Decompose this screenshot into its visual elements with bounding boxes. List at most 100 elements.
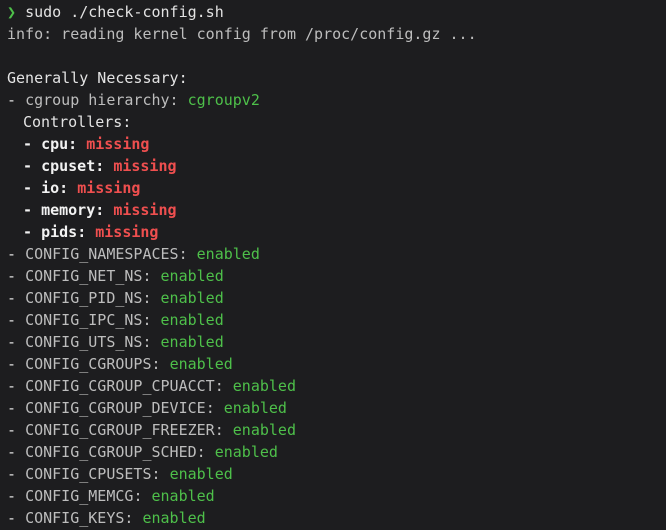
controller-item-pids: - pids: missing bbox=[7, 221, 666, 243]
config-name: CONFIG_PID_NS bbox=[25, 289, 143, 307]
list-dash: - bbox=[7, 377, 26, 395]
config-item: - CONFIG_PID_NS: enabled bbox=[7, 287, 666, 309]
config-status: enabled bbox=[160, 311, 224, 329]
config-status: enabled bbox=[214, 443, 278, 461]
config-item: - CONFIG_KEYS: enabled bbox=[7, 507, 666, 529]
controller-status: missing bbox=[113, 201, 177, 219]
terminal-output: ❯ sudo ./check-config.sh info: reading k… bbox=[0, 0, 666, 530]
command-line: ❯ sudo ./check-config.sh bbox=[7, 1, 666, 23]
config-colon: : bbox=[142, 289, 161, 307]
list-dash: - bbox=[23, 135, 42, 153]
list-dash: - bbox=[23, 179, 42, 197]
controller-name: cpuset bbox=[41, 157, 96, 175]
list-dash: - bbox=[7, 443, 26, 461]
info-line: info: reading kernel config from /proc/c… bbox=[7, 25, 477, 43]
controller-colon: : bbox=[95, 157, 114, 175]
list-dash: - bbox=[7, 245, 26, 263]
config-colon: : bbox=[178, 245, 197, 263]
controller-colon: : bbox=[59, 179, 78, 197]
config-colon: : bbox=[196, 443, 215, 461]
config-colon: : bbox=[151, 465, 170, 483]
list-dash: - bbox=[7, 267, 26, 285]
config-item: - CONFIG_CGROUP_CPUACCT: enabled bbox=[7, 375, 666, 397]
config-status: enabled bbox=[169, 465, 233, 483]
list-dash: - bbox=[7, 91, 26, 109]
config-item: - CONFIG_NET_NS: enabled bbox=[7, 265, 666, 287]
config-item: - CONFIG_CGROUP_SCHED: enabled bbox=[7, 441, 666, 463]
config-colon: : bbox=[142, 311, 161, 329]
cgroup-hierarchy-line: - cgroup hierarchy: cgroupv2 bbox=[7, 89, 666, 111]
config-item: - CONFIG_CGROUPS: enabled bbox=[7, 353, 666, 375]
config-status: enabled bbox=[169, 355, 233, 373]
controller-colon: : bbox=[77, 223, 96, 241]
list-dash: - bbox=[23, 223, 42, 241]
prompt-chevron-icon: ❯ bbox=[7, 3, 17, 21]
config-colon: : bbox=[142, 267, 161, 285]
config-status: enabled bbox=[160, 289, 224, 307]
config-status: enabled bbox=[196, 245, 260, 263]
config-status: enabled bbox=[223, 399, 287, 417]
config-name: CONFIG_CGROUP_DEVICE bbox=[25, 399, 206, 417]
controllers-label: Controllers: bbox=[23, 113, 132, 131]
config-name: CONFIG_CGROUP_CPUACCT bbox=[25, 377, 215, 395]
config-colon: : bbox=[214, 377, 233, 395]
config-name: CONFIG_KEYS bbox=[25, 509, 125, 527]
controller-colon: : bbox=[95, 201, 114, 219]
controller-item-io: - io: missing bbox=[7, 177, 666, 199]
list-dash: - bbox=[7, 333, 26, 351]
config-status: enabled bbox=[232, 421, 296, 439]
config-name: CONFIG_MEMCG bbox=[25, 487, 134, 505]
list-dash: - bbox=[23, 157, 42, 175]
list-dash: - bbox=[7, 289, 26, 307]
config-status: enabled bbox=[232, 377, 296, 395]
config-name: CONFIG_CGROUP_FREEZER bbox=[25, 421, 215, 439]
controller-name: memory bbox=[41, 201, 96, 219]
config-item: - CONFIG_CGROUP_FREEZER: enabled bbox=[7, 419, 666, 441]
config-name: CONFIG_IPC_NS bbox=[25, 311, 143, 329]
controller-name: io bbox=[41, 179, 60, 197]
config-item: - CONFIG_UTS_NS: enabled bbox=[7, 331, 666, 353]
config-name: CONFIG_CPUSETS bbox=[25, 465, 152, 483]
list-dash: - bbox=[7, 355, 26, 373]
list-dash: - bbox=[7, 465, 26, 483]
list-dash: - bbox=[23, 201, 42, 219]
config-item: - CONFIG_CGROUP_DEVICE: enabled bbox=[7, 397, 666, 419]
controller-status: missing bbox=[95, 223, 159, 241]
controller-name: pids bbox=[41, 223, 78, 241]
controller-status: missing bbox=[86, 135, 150, 153]
list-dash: - bbox=[7, 399, 26, 417]
config-name: CONFIG_UTS_NS bbox=[25, 333, 143, 351]
controller-status: missing bbox=[113, 157, 177, 175]
config-item: - CONFIG_NAMESPACES: enabled bbox=[7, 243, 666, 265]
controller-item-memory: - memory: missing bbox=[7, 199, 666, 221]
list-dash: - bbox=[7, 487, 26, 505]
controllers-list: - cpu: missing - cpuset: missing - io: mis… bbox=[7, 133, 666, 243]
cgroup-hierarchy-value: cgroupv2 bbox=[187, 91, 260, 109]
config-status: enabled bbox=[151, 487, 215, 505]
config-item: - CONFIG_CPUSETS: enabled bbox=[7, 463, 666, 485]
controller-item-cpuset: - cpuset: missing bbox=[7, 155, 666, 177]
cgroup-hierarchy-label: cgroup hierarchy: bbox=[25, 91, 188, 109]
config-name: CONFIG_NET_NS bbox=[25, 267, 143, 285]
controller-item-cpu: - cpu: missing bbox=[7, 133, 666, 155]
config-item: - CONFIG_MEMCG: enabled bbox=[7, 485, 666, 507]
config-list: - CONFIG_NAMESPACES: enabled - CONFIG_NET… bbox=[7, 243, 666, 529]
config-name: CONFIG_CGROUP_SCHED bbox=[25, 443, 197, 461]
config-status: enabled bbox=[160, 333, 224, 351]
config-name: CONFIG_CGROUPS bbox=[25, 355, 152, 373]
list-dash: - bbox=[7, 311, 26, 329]
controller-status: missing bbox=[77, 179, 141, 197]
config-status: enabled bbox=[160, 267, 224, 285]
config-colon: : bbox=[133, 487, 152, 505]
section-title: Generally Necessary: bbox=[7, 69, 188, 87]
config-colon: : bbox=[151, 355, 170, 373]
list-dash: - bbox=[7, 421, 26, 439]
config-colon: : bbox=[214, 421, 233, 439]
config-colon: : bbox=[124, 509, 143, 527]
config-colon: : bbox=[142, 333, 161, 351]
command-text: sudo ./check-config.sh bbox=[25, 3, 224, 21]
list-dash: - bbox=[7, 509, 26, 527]
controller-name: cpu bbox=[41, 135, 69, 153]
config-item: - CONFIG_IPC_NS: enabled bbox=[7, 309, 666, 331]
